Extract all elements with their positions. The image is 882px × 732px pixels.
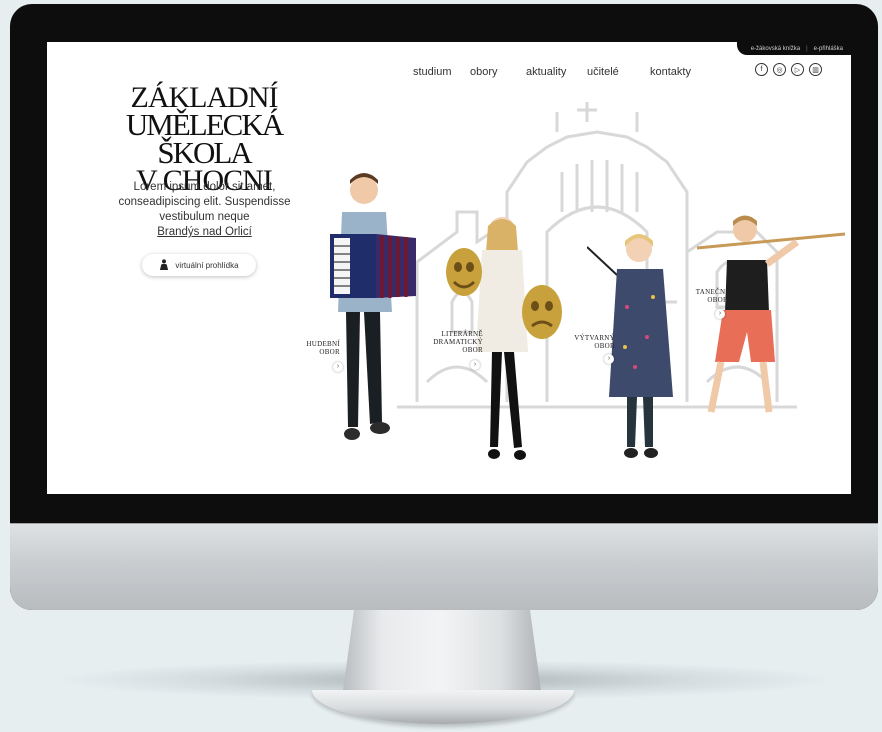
nav-obory[interactable]: obory (470, 66, 498, 78)
monitor-stand-neck (342, 610, 542, 698)
dance-field-line2: OBOR (707, 296, 728, 304)
logo-line-2: UMĚLECKÁ ŠKOLA (125, 107, 284, 170)
art-field-arrow[interactable]: › (604, 354, 614, 364)
dance-field-arrow[interactable]: › (715, 309, 725, 319)
youtube-icon[interactable]: ▷ (791, 63, 804, 76)
nav-kontakty[interactable]: kontakty (650, 66, 691, 78)
art-field-line2: OBOR (594, 342, 615, 350)
instagram-icon[interactable]: ◎ (773, 63, 786, 76)
intro-text: Lorem ipsum dolor sit amet, conseadipisc… (107, 180, 302, 240)
art-field-label[interactable]: VÝTVARNÝ OBOR (553, 334, 615, 350)
nav-aktuality[interactable]: aktuality (526, 66, 566, 78)
person-icon (160, 259, 169, 270)
dance-student-photo (696, 215, 846, 413)
drama-field-line2: DRAMATICKÝ (433, 338, 483, 346)
nav-studium[interactable]: studium (413, 66, 452, 78)
drama-field-line3: OBOR (462, 346, 483, 354)
drama-field-arrow[interactable]: › (470, 360, 480, 370)
music-field-line1: HUDEBNÍ (306, 340, 340, 348)
school-logo[interactable]: ZÁKLADNÍ UMĚLECKÁ ŠKOLA V CHOCNI (79, 83, 329, 196)
music-field-line2: OBOR (319, 348, 340, 356)
art-field-line1: VÝTVARNÝ (574, 334, 615, 342)
e-application-link[interactable]: e-přihláška (814, 46, 843, 52)
top-links-bar: e-žákovská knížka | e-přihláška (736, 42, 851, 55)
music-field-label[interactable]: HUDEBNÍ OBOR (285, 340, 340, 356)
intro-city-link[interactable]: Brandýs nad Orlicí (107, 225, 302, 240)
drama-field-line1: LITERÁRNĚ (441, 330, 483, 338)
e-student-book-link[interactable]: e-žákovská knížka (751, 46, 800, 52)
dance-field-label[interactable]: TANEČNÍ OBOR (674, 288, 728, 304)
top-links-separator: | (806, 45, 808, 52)
website-screen: e-žákovská knížka | e-přihláška studium … (47, 42, 851, 494)
nav-ucitele[interactable]: učitelé (587, 66, 619, 78)
dance-field-line1: TANEČNÍ (695, 288, 728, 296)
social-links: f ◎ ▷ ▥ (755, 63, 822, 76)
monitor: e-žákovská knížka | e-přihláška studium … (10, 4, 878, 610)
intro-paragraph: Lorem ipsum dolor sit amet, conseadipisc… (118, 181, 291, 223)
accordion-player-photo (330, 173, 416, 440)
monitor-chin (10, 523, 878, 610)
facebook-icon[interactable]: f (755, 63, 768, 76)
drama-field-label[interactable]: LITERÁRNĚ DRAMATICKÝ OBOR (415, 330, 483, 354)
monitor-stand-base (312, 690, 574, 724)
music-field-arrow[interactable]: › (333, 362, 343, 372)
virtual-tour-button[interactable]: virtuální prohlídka (142, 254, 256, 276)
virtual-tour-label: virtuální prohlídka (175, 260, 239, 270)
gallery-icon[interactable]: ▥ (809, 63, 822, 76)
